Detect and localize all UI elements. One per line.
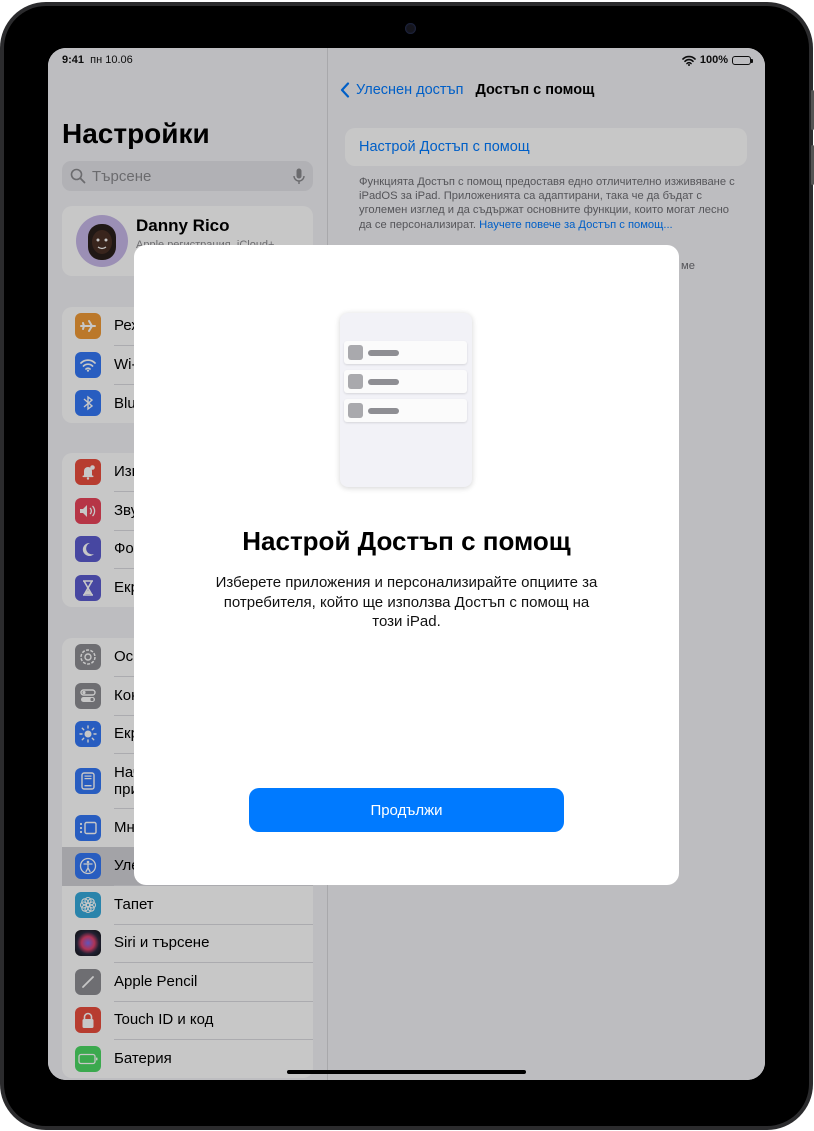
date-text: пн 10.06 (90, 54, 133, 66)
battery-status-icon (732, 55, 753, 65)
back-label: Улеснен достъп (356, 82, 464, 98)
avatar (76, 215, 128, 267)
sidebar-item-label: Батерия (114, 1050, 172, 1068)
illustration-app-icon (348, 345, 363, 360)
sidebar-item-siri-search[interactable]: Siri и търсене (62, 924, 313, 963)
home-indicator[interactable] (287, 1070, 526, 1074)
multitasking-icon (75, 814, 101, 841)
sidebar-item-label: Touch ID и код (114, 1001, 313, 1040)
illustration-row (344, 341, 467, 364)
illustration-app-icon (348, 403, 363, 418)
siri-icon (75, 930, 101, 957)
sidebar-item-battery[interactable]: Батерия (62, 1040, 313, 1079)
nav-title: Достъп с помощ (475, 82, 595, 98)
setup-cell-label: Настрой Достъп с помощ (359, 139, 530, 155)
illustration-row (344, 370, 467, 393)
wallpaper-icon (75, 891, 101, 918)
illustration-row (344, 399, 467, 422)
sidebar-item-wallpaper[interactable]: Тапет (62, 886, 313, 925)
sound-icon (75, 497, 101, 524)
battery-icon (75, 1045, 101, 1072)
screen: Настройки Търсене Danny Rico Apple регис… (48, 48, 765, 1080)
battery-percent: 100% (699, 54, 728, 66)
modal-description: Изберете приложения и персонализирайте о… (215, 574, 598, 630)
gear-icon (75, 644, 101, 671)
wifi-status-icon (682, 55, 696, 66)
status-time: 9:41 пн 10.06 (62, 54, 133, 66)
sidebar-item-label: Тапет (114, 885, 313, 925)
sidebar-item-apple-pencil[interactable]: Apple Pencil (62, 963, 313, 1002)
bluetooth-icon (75, 390, 101, 417)
illustration-label-bar (368, 408, 399, 414)
status-bar: 9:41 пн 10.06 100% (48, 54, 765, 68)
pencil-icon (75, 968, 101, 995)
status-right: 100% (682, 54, 753, 66)
memoji-avatar-icon (88, 224, 116, 260)
search-icon (70, 168, 86, 184)
sidebar-item-touch-id[interactable]: Touch ID и код (62, 1001, 313, 1040)
sidebar-title: Настройки (62, 118, 210, 149)
sidebar-item-label: Apple Pencil (114, 962, 313, 1002)
setup-modal: Настрой Достъп с помощ Изберете приложен… (134, 245, 679, 885)
moon-icon (75, 536, 101, 563)
brightness-icon (75, 721, 101, 748)
continue-button[interactable]: Продължи (249, 788, 564, 832)
navigation-bar: Улеснен достъп Достъп с помощ (340, 82, 594, 98)
modal-title: Настрой Достъп с помощ (242, 526, 571, 556)
sidebar-item-label: Siri и търсене (114, 924, 313, 963)
learn-more-link[interactable]: Научете повече за Достъп с помощ... (479, 219, 673, 231)
search-field[interactable]: Търсене (62, 161, 313, 191)
airplane-icon (75, 313, 101, 340)
search-placeholder: Търсене (92, 167, 152, 185)
profile-name: Danny Rico (136, 216, 230, 235)
footer-description: Функцията Достъп с помощ предоставя едно… (359, 175, 743, 232)
front-camera (405, 23, 416, 34)
chevron-left-icon (340, 82, 350, 98)
notifications-icon (75, 459, 101, 486)
control-center-icon (75, 682, 101, 709)
back-button[interactable]: Улеснен достъп (340, 82, 463, 98)
assistive-access-illustration (340, 313, 472, 487)
lock-icon (75, 1007, 101, 1034)
footer2-text: ме (681, 260, 695, 272)
time-text: 9:41 (62, 54, 85, 66)
illustration-label-bar (368, 379, 399, 385)
microphone-icon[interactable] (293, 168, 305, 185)
illustration-label-bar (368, 350, 399, 356)
wifi-icon (75, 351, 101, 378)
illustration-app-icon (348, 374, 363, 389)
hourglass-icon (75, 574, 101, 601)
setup-assistive-access-cell[interactable]: Настрой Достъп с помощ (345, 128, 747, 166)
home-screen-icon (75, 768, 101, 794)
accessibility-icon (75, 853, 101, 880)
